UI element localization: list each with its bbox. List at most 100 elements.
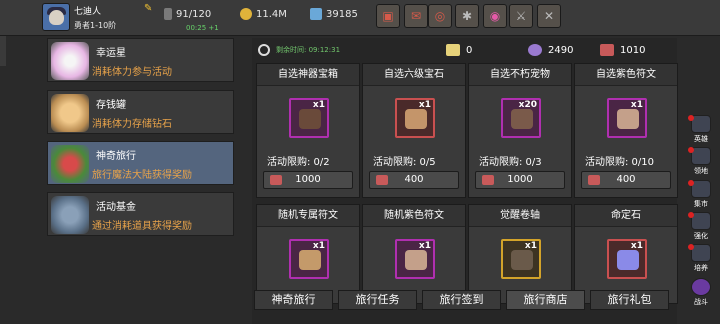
tab-travel-shop[interactable]: 旅行商店 bbox=[506, 290, 585, 310]
purchase-limit: 活动限购: 0/5 bbox=[373, 157, 436, 168]
gold-display: 11.4M bbox=[240, 8, 287, 20]
purchase-limit: 活动限购: 0/10 bbox=[585, 157, 655, 168]
territory-icon bbox=[691, 147, 711, 165]
buy-button[interactable]: 400 bbox=[581, 171, 671, 189]
price-value: 400 bbox=[616, 174, 636, 185]
menu-item-magic-travel[interactable]: 神奇旅行 旅行魔法大陆获得奖励 bbox=[47, 141, 234, 185]
shop-card-random-purple-rune[interactable]: 随机紫色符文 x1 bbox=[362, 204, 466, 304]
player-name: 七迪人 bbox=[74, 7, 102, 17]
price-value: 1000 bbox=[507, 174, 533, 185]
boot-icon bbox=[600, 44, 614, 56]
color-wheel-icon: ◉ bbox=[489, 9, 501, 23]
buy-button[interactable]: 1000 bbox=[263, 171, 353, 189]
notification-badge bbox=[688, 180, 694, 186]
item-quantity: x1 bbox=[418, 241, 431, 251]
item-quantity: x1 bbox=[312, 100, 325, 110]
gem-icon bbox=[310, 8, 322, 20]
item-slot[interactable]: x1 bbox=[607, 239, 647, 279]
item-quantity: x1 bbox=[524, 241, 537, 251]
purchase-limit: 活动限购: 0/2 bbox=[267, 157, 330, 168]
settings-button[interactable]: ✱ bbox=[455, 4, 479, 28]
star-icon bbox=[51, 42, 89, 80]
hero-icon bbox=[691, 115, 711, 133]
item-quantity: x1 bbox=[418, 100, 431, 110]
chest-icon: ▣ bbox=[382, 9, 394, 23]
tab-travel-tasks[interactable]: 旅行任务 bbox=[338, 290, 417, 310]
menu-item-title: 存钱罐 bbox=[96, 100, 126, 111]
avatar-face bbox=[49, 10, 64, 25]
sidebar-territory[interactable]: 领地 bbox=[688, 147, 714, 177]
shop-card-gem-chest[interactable]: 自选六级宝石 x1 活动限购: 0/5 400 bbox=[362, 63, 466, 198]
menu-item-piggy-bank[interactable]: 存钱罐 消耗体力存储钻石 bbox=[47, 90, 234, 134]
menu-item-desc: 通过消耗道具获得奖励 bbox=[92, 221, 192, 232]
chest-button[interactable]: ▣ bbox=[376, 4, 400, 28]
color-wheel-button[interactable]: ◉ bbox=[483, 4, 507, 28]
shop-card-destiny-stone[interactable]: 命定石 x1 bbox=[574, 204, 678, 304]
shop-card-purple-rune[interactable]: 自选紫色符文 x1 活动限购: 0/10 400 bbox=[574, 63, 678, 198]
menu-item-title: 幸运星 bbox=[96, 48, 126, 59]
remaining-time: 剩余时间: 09:12:31 bbox=[276, 46, 341, 54]
item-slot[interactable]: x1 bbox=[289, 239, 329, 279]
card-title: 自选紫色符文 bbox=[575, 64, 677, 86]
player-title: 勇者1-10阶 bbox=[74, 21, 117, 30]
sidebar-label: 强化 bbox=[694, 232, 708, 240]
notification-badge bbox=[688, 147, 694, 153]
sidebar-hero[interactable]: 英雄 bbox=[688, 115, 714, 145]
side-edge-handle[interactable] bbox=[0, 36, 6, 66]
shop-card-artifact-chest[interactable]: 自选神器宝箱 x1 活动限购: 0/2 1000 bbox=[256, 63, 360, 198]
tab-magic-travel[interactable]: 神奇旅行 bbox=[254, 290, 333, 310]
item-slot[interactable]: x1 bbox=[395, 98, 435, 138]
player-avatar[interactable] bbox=[42, 3, 70, 31]
buy-button[interactable]: 1000 bbox=[475, 171, 565, 189]
item-slot[interactable]: x1 bbox=[395, 239, 435, 279]
menu-item-activity-fund[interactable]: 活动基金 通过消耗道具获得奖励 bbox=[47, 192, 234, 236]
card-title: 觉醒卷轴 bbox=[469, 205, 571, 227]
gamepad-button[interactable]: ◎ bbox=[428, 4, 452, 28]
menu-item-desc: 消耗体力存储钻石 bbox=[92, 119, 172, 130]
sword-button[interactable]: ⚔ bbox=[509, 4, 533, 28]
gold-value: 11.4M bbox=[256, 8, 287, 20]
tab-travel-gift[interactable]: 旅行礼包 bbox=[590, 290, 669, 310]
menu-item-desc: 消耗体力参与活动 bbox=[92, 67, 172, 78]
crossed-swords-button[interactable]: ✕ bbox=[537, 4, 561, 28]
edit-icon[interactable]: ✎ bbox=[144, 4, 154, 14]
menu-item-title: 神奇旅行 bbox=[96, 151, 136, 162]
notification-badge bbox=[688, 115, 694, 121]
sidebar-battle[interactable]: 战斗 bbox=[688, 278, 714, 308]
gamepad-icon: ◎ bbox=[434, 9, 446, 23]
item-slot[interactable]: x20 bbox=[501, 98, 541, 138]
card-title: 随机专属符文 bbox=[257, 205, 359, 227]
sidebar-train[interactable]: 培养 bbox=[688, 244, 714, 274]
notification-badge bbox=[688, 244, 694, 250]
mail-button[interactable]: ✉ bbox=[404, 4, 428, 28]
currency-ticket: 0 bbox=[446, 44, 472, 56]
menu-item-title: 活动基金 bbox=[96, 202, 136, 213]
shop-card-exclusive-rune[interactable]: 随机专属符文 x1 bbox=[256, 204, 360, 304]
chest-icon bbox=[299, 109, 321, 129]
sidebar-market[interactable]: 集市 bbox=[688, 180, 714, 210]
buy-button[interactable]: 400 bbox=[369, 171, 459, 189]
sidebar-upgrade[interactable]: 强化 bbox=[688, 212, 714, 242]
shop-card-awakening-scroll[interactable]: 觉醒卷轴 x1 bbox=[468, 204, 572, 304]
menu-item-lucky-star[interactable]: 幸运星 消耗体力参与活动 bbox=[47, 38, 234, 82]
battle-icon bbox=[691, 278, 711, 296]
card-title: 随机紫色符文 bbox=[363, 205, 465, 227]
card-title: 自选不朽宠物 bbox=[469, 64, 571, 86]
item-slot[interactable]: x1 bbox=[289, 98, 329, 138]
item-slot[interactable]: x1 bbox=[607, 98, 647, 138]
flower-icon bbox=[528, 44, 542, 56]
sidebar-label: 战斗 bbox=[694, 298, 708, 306]
stamina-value: 91/120 bbox=[176, 8, 212, 20]
tab-travel-signin[interactable]: 旅行签到 bbox=[422, 290, 501, 310]
travel-gift-icon bbox=[51, 145, 89, 183]
currency-value: 0 bbox=[466, 44, 473, 56]
gem-display: 39185 bbox=[310, 8, 358, 20]
item-slot[interactable]: x1 bbox=[501, 239, 541, 279]
settings-icon: ✱ bbox=[461, 9, 473, 23]
shop-card-pet-chest[interactable]: 自选不朽宠物 x20 活动限购: 0/3 1000 bbox=[468, 63, 572, 198]
train-icon bbox=[691, 244, 711, 262]
pet-chest-icon bbox=[511, 109, 533, 129]
lightning-icon bbox=[164, 8, 172, 20]
item-quantity: x1 bbox=[630, 241, 643, 251]
scroll-icon bbox=[511, 250, 533, 270]
